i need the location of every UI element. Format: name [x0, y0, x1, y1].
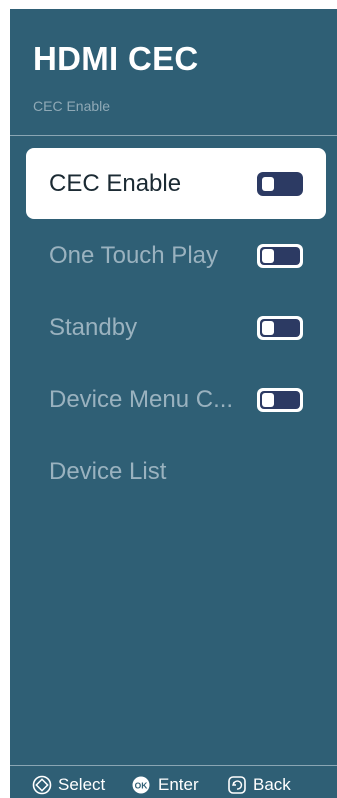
menu-item-device-menu-control[interactable]: Device Menu C...	[26, 364, 326, 435]
cec-enable-toggle[interactable]	[257, 171, 303, 196]
toggle-knob	[262, 320, 274, 335]
menu-item-label: Device Menu C...	[49, 385, 234, 413]
menu-item-device-list[interactable]: Device List	[26, 436, 326, 507]
select-hint: Select	[32, 775, 105, 795]
page-subtitle: CEC Enable	[33, 98, 111, 114]
back-icon	[228, 776, 246, 794]
enter-hint: OK Enter	[130, 775, 199, 795]
toggle-knob	[262, 176, 274, 191]
menu-item-label: CEC Enable	[49, 169, 182, 197]
menu-item-one-touch-play[interactable]: One Touch Play	[26, 220, 326, 291]
page-title: HDMI CEC	[33, 40, 199, 77]
menu-item-cec-enable[interactable]: CEC Enable	[26, 148, 326, 219]
menu-item-standby[interactable]: Standby	[26, 292, 326, 363]
select-hint-label: Select	[58, 775, 106, 794]
footer-divider	[10, 765, 337, 766]
hdmi-cec-panel: HDMI CEC CEC Enable CEC Enable One Touch…	[10, 9, 337, 798]
toggle-knob	[262, 248, 274, 263]
device-menu-control-toggle[interactable]	[257, 387, 303, 412]
back-hint-label: Back	[253, 775, 291, 794]
key-hints-footer: Select OK Enter Back	[10, 765, 337, 798]
standby-toggle[interactable]	[257, 315, 303, 340]
ok-button-icon: OK	[132, 776, 150, 794]
menu-item-label: Standby	[49, 313, 138, 341]
menu-item-label: One Touch Play	[49, 241, 218, 269]
panel-header: HDMI CEC CEC Enable	[10, 9, 337, 137]
menu-item-label: Device List	[49, 457, 167, 485]
header-divider	[10, 135, 337, 136]
one-touch-play-toggle[interactable]	[257, 243, 303, 268]
back-hint: Back	[227, 775, 291, 795]
enter-hint-label: Enter	[158, 775, 199, 794]
ok-icon-text: OK	[135, 781, 149, 791]
dpad-icon	[32, 775, 52, 795]
toggle-knob	[262, 392, 274, 407]
